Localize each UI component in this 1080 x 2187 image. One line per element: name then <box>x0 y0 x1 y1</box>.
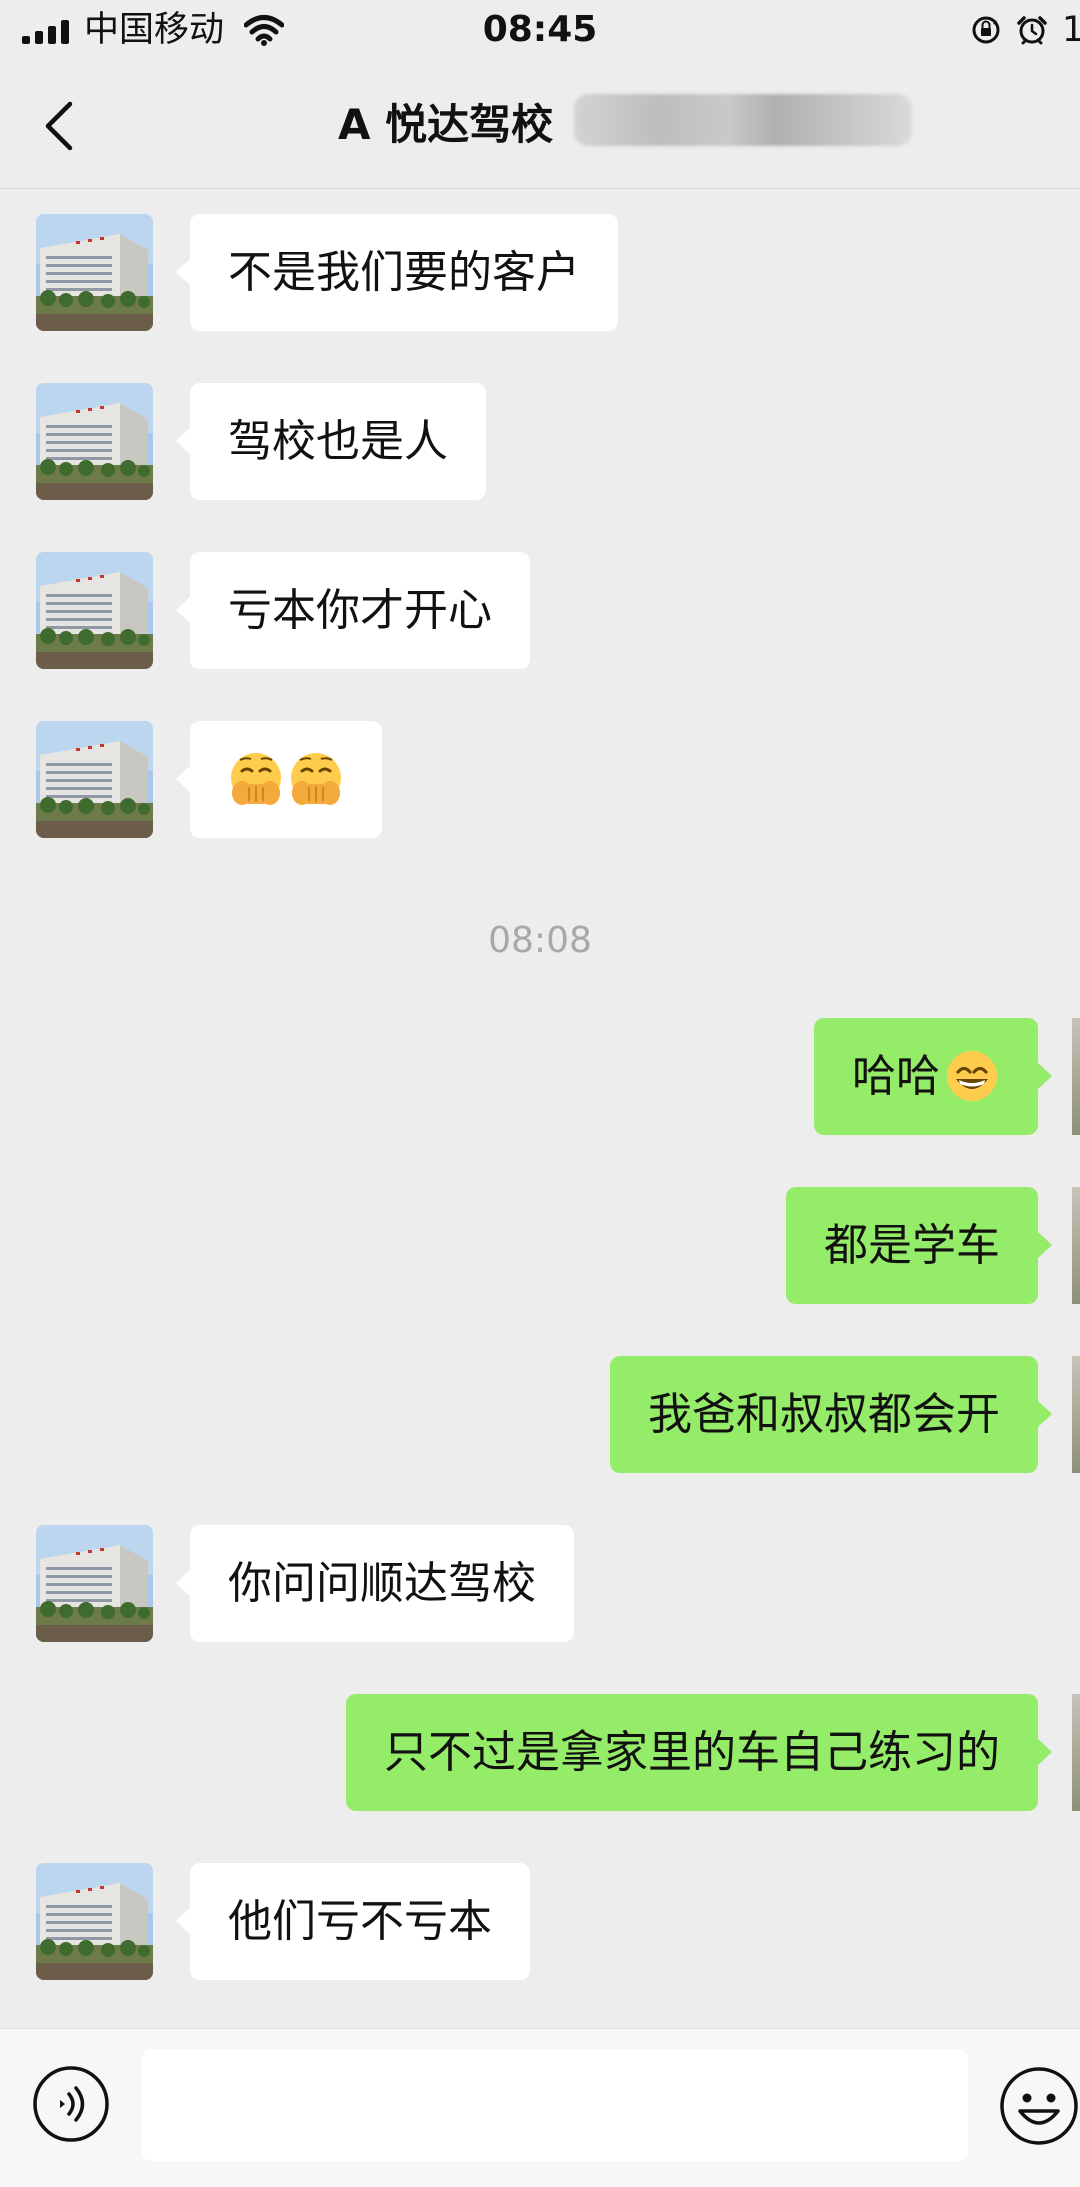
chat-header: A 悦达驾校 <box>0 62 1080 189</box>
avatar[interactable] <box>1072 1694 1080 1811</box>
status-right-group: 1 <box>970 6 1080 54</box>
rotation-lock-icon <box>972 16 1000 44</box>
avatar[interactable] <box>36 1525 153 1642</box>
chat-title: A 悦达驾校 <box>338 100 554 149</box>
avatar[interactable] <box>36 552 153 669</box>
avatar[interactable] <box>36 721 153 838</box>
emoji-icon[interactable] <box>998 2065 1080 2147</box>
avatar[interactable] <box>1072 1187 1080 1304</box>
face-with-hand-over-mouth-icon <box>228 751 284 807</box>
message-bubble-received-emoji[interactable] <box>176 721 382 838</box>
avatar[interactable] <box>1072 1356 1080 1473</box>
message-bubble-received[interactable]: 驾校也是人 <box>176 383 486 500</box>
timestamp: 08:08 <box>488 920 592 961</box>
status-bar: 中国移动 08:45 1 <box>0 0 1080 62</box>
message-bubble-received[interactable]: 不是我们要的客户 <box>176 214 618 331</box>
message-bubble-received[interactable]: 他们亏不亏本 <box>176 1863 530 1980</box>
chevron-left-icon[interactable] <box>36 96 86 156</box>
message-text: 哈哈 <box>852 1051 940 1102</box>
message-bubble-sent[interactable]: 哈哈 <box>814 1018 1052 1135</box>
avatar[interactable] <box>1072 1018 1080 1135</box>
avatar[interactable] <box>36 383 153 500</box>
message-bubble-sent[interactable]: 都是学车 <box>786 1187 1052 1304</box>
battery-percent: 1 <box>1062 10 1080 50</box>
avatar[interactable] <box>36 214 153 331</box>
status-time: 08:45 <box>482 9 598 50</box>
message-bubble-sent[interactable]: 只不过是拿家里的车自己练习的 <box>346 1694 1052 1811</box>
title-redaction <box>574 94 912 146</box>
chat-message-list[interactable]: 不是我们要的客户 驾校也是人 亏本你才开心 08:08 哈哈 都是学车 我爸和叔… <box>0 189 1080 2028</box>
message-input[interactable] <box>142 2049 968 2161</box>
message-bubble-received[interactable]: 亏本你才开心 <box>176 552 530 669</box>
alarm-icon <box>1017 16 1047 45</box>
input-bar <box>0 2028 1080 2187</box>
face-with-hand-over-mouth-icon <box>288 751 344 807</box>
message-bubble-sent[interactable]: 我爸和叔叔都会开 <box>610 1356 1052 1473</box>
voice-icon[interactable] <box>32 2065 110 2143</box>
avatar[interactable] <box>36 1863 153 1980</box>
message-bubble-received[interactable]: 你问问顺达驾校 <box>176 1525 574 1642</box>
grinning-face-icon <box>944 1048 1000 1104</box>
